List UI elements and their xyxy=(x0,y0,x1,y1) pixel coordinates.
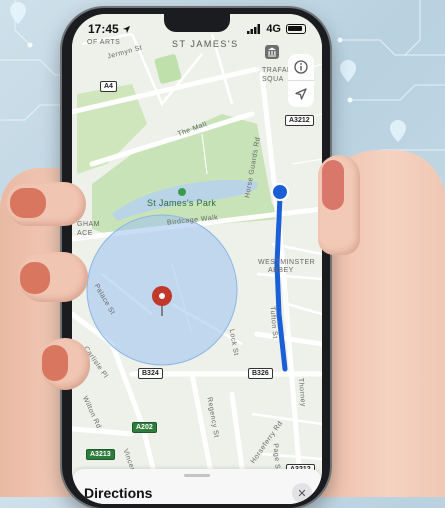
map-label-westminster: WESTMINSTER xyxy=(258,259,316,266)
left-finger-2-nail xyxy=(20,262,50,294)
road-shield-b326: B326 xyxy=(248,368,273,379)
road-shield-b324: B324 xyxy=(138,368,163,379)
location-arrow-icon xyxy=(295,88,307,100)
status-carrier: 4G xyxy=(266,23,281,35)
close-button[interactable]: ✕ xyxy=(292,483,312,503)
info-icon xyxy=(294,60,308,74)
road-shield-a3213: A3213 xyxy=(86,449,115,460)
road-shield-a4: A4 xyxy=(100,81,117,92)
phone-screen: ST JAMES'S OF ARTS Jermyn St TRAFAL SQUA… xyxy=(72,14,322,504)
battery-icon xyxy=(286,24,306,34)
road-shield-a202: A202 xyxy=(132,422,157,433)
map-label-ace: ACE xyxy=(77,230,93,237)
signal-icon xyxy=(247,24,261,34)
close-icon: ✕ xyxy=(297,487,307,500)
status-time: 17:45 xyxy=(88,22,119,36)
right-thumb-nail xyxy=(322,160,344,210)
map-label-square: SQUA xyxy=(262,76,284,83)
left-finger-1-nail xyxy=(10,188,46,218)
sheet-grabber[interactable] xyxy=(184,474,210,477)
locate-button[interactable] xyxy=(288,81,314,107)
sheet-title: Directions xyxy=(84,485,153,501)
map-label-abbey: ABBEY xyxy=(268,267,294,274)
left-finger-3-nail xyxy=(42,345,68,381)
location-services-icon xyxy=(122,25,130,33)
road-shield-a3212: A3212 xyxy=(285,115,314,126)
map-label-park: St James's Park xyxy=(147,198,217,208)
info-button[interactable] xyxy=(288,54,314,81)
map-label-gham: GHAM xyxy=(77,221,100,228)
notch xyxy=(164,14,230,32)
directions-sheet[interactable]: Directions ✕ xyxy=(72,469,322,504)
route-start-marker[interactable] xyxy=(271,183,289,201)
park-poi-icon[interactable] xyxy=(178,188,186,196)
museum-icon[interactable] xyxy=(264,44,280,60)
